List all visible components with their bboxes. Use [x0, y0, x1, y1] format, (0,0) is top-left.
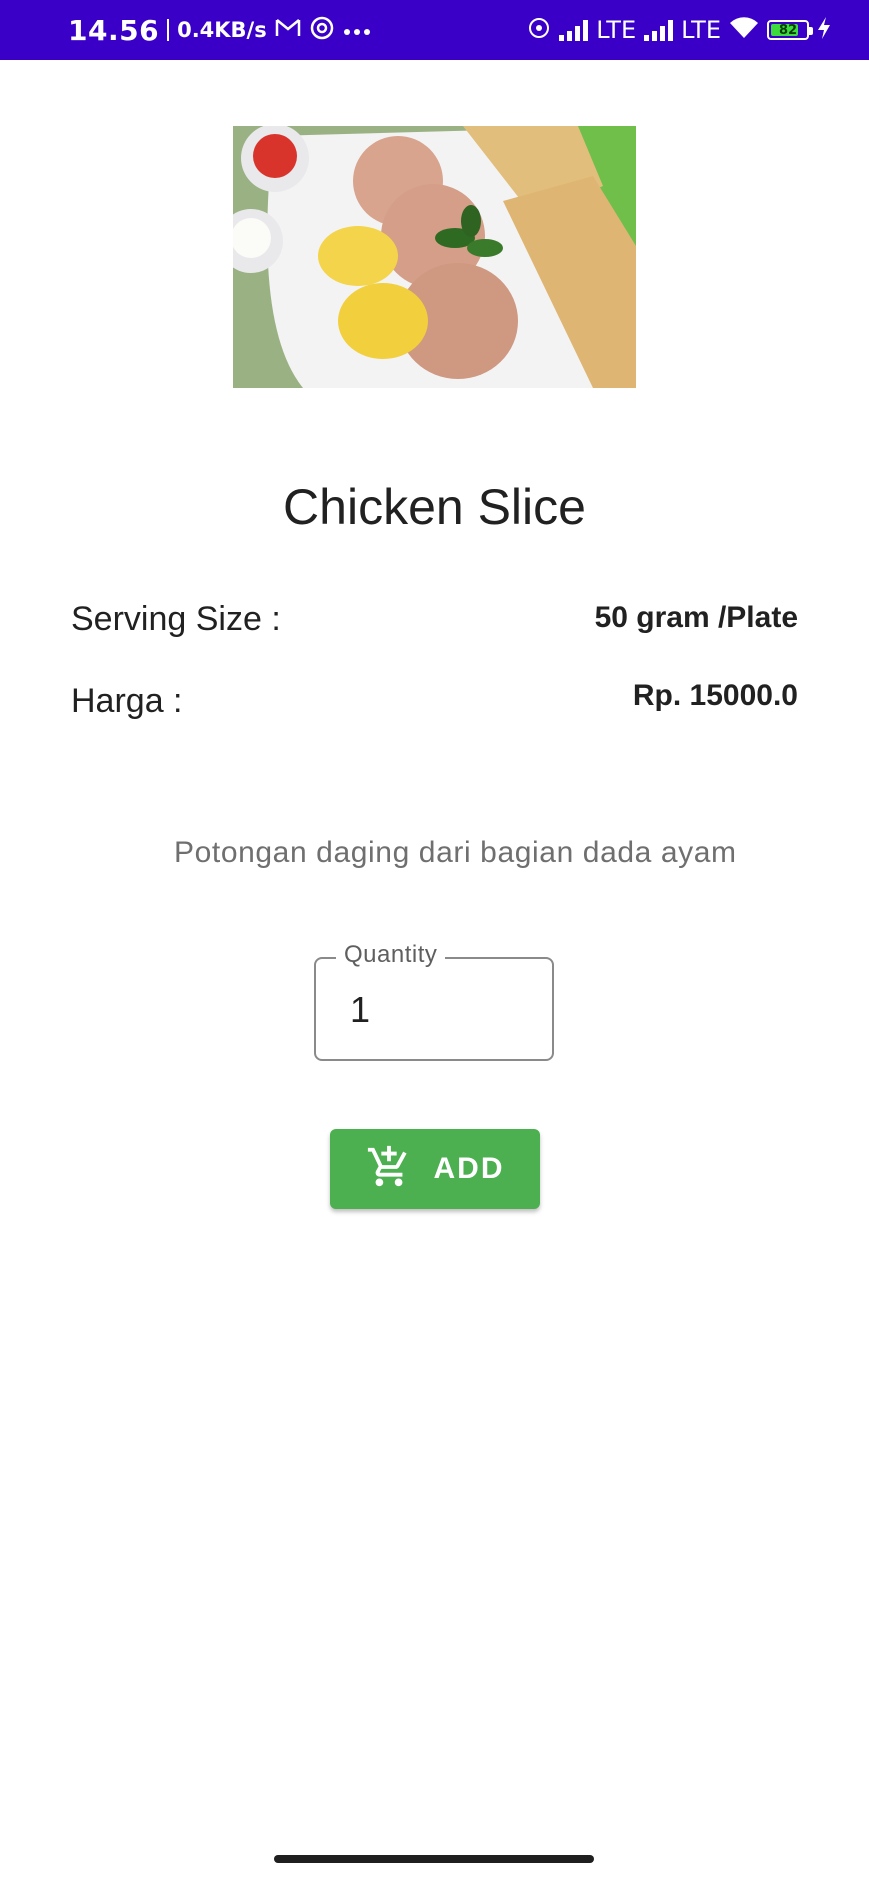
battery-level: 82 — [778, 22, 798, 38]
serving-size-label: Serving Size : — [71, 600, 281, 638]
home-indicator[interactable] — [274, 1855, 594, 1863]
signal-icon — [644, 19, 674, 41]
add-button[interactable]: ADD — [330, 1129, 540, 1209]
price-value: Rp. 15000.0 — [632, 679, 798, 712]
charging-icon — [817, 17, 831, 43]
status-bar-right: LTE LTE 82 — [527, 0, 831, 60]
divider — [167, 19, 170, 41]
sim2-network-label: LTE — [681, 16, 721, 44]
battery-icon: 82 — [767, 20, 813, 40]
quantity-label: Quantity — [336, 941, 446, 969]
status-bar: 14.56 0.4KB/s LTE LTE 82 — [0, 0, 869, 60]
add-shopping-cart-icon — [366, 1144, 412, 1195]
quantity-input[interactable]: 1 — [350, 989, 370, 1031]
add-button-label: ADD — [433, 1152, 505, 1185]
hotspot-icon — [527, 16, 551, 44]
signal-icon — [559, 19, 589, 41]
price-label: Harga : — [71, 682, 183, 720]
wifi-icon — [729, 16, 759, 44]
sync-icon — [309, 15, 335, 45]
sim1-network-label: LTE — [596, 16, 637, 44]
network-speed: 0.4KB/s — [177, 18, 267, 42]
food-photo — [233, 126, 636, 388]
more-dots-icon — [343, 21, 371, 40]
status-bar-left: 14.56 0.4KB/s — [68, 0, 371, 60]
serving-size-value: 50 gram /Plate — [594, 601, 798, 634]
gmail-icon — [275, 18, 301, 42]
product-description: Potongan daging dari bagian dada ayam — [174, 836, 737, 869]
status-time: 14.56 — [68, 13, 160, 47]
product-title: Chicken Slice — [283, 479, 586, 535]
quantity-field[interactable]: Quantity 1 — [314, 941, 554, 1061]
